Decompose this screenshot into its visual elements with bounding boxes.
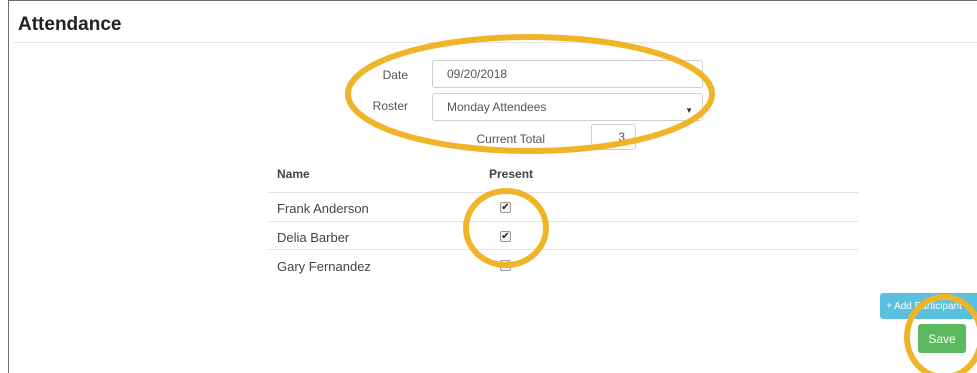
row-divider	[268, 221, 858, 222]
table-header-divider	[268, 192, 858, 193]
present-checkbox[interactable]: ✔	[500, 260, 511, 271]
row-divider	[268, 249, 858, 250]
roster-select[interactable]: Monday Attendees ▼	[432, 93, 703, 121]
current-total-label: Current Total	[476, 132, 545, 146]
add-participant-label: + Add Participant	[886, 300, 962, 312]
column-header-present: Present	[489, 167, 534, 181]
current-total-input[interactable]: 3	[591, 124, 636, 150]
title-divider	[14, 42, 977, 43]
present-checkbox[interactable]: ✔	[500, 202, 511, 213]
column-header-name: Name	[277, 167, 310, 181]
date-input[interactable]: 09/20/2018	[432, 60, 703, 88]
save-button[interactable]: Save	[918, 324, 966, 353]
page-title: Attendance	[18, 14, 122, 35]
date-input-value: 09/20/2018	[447, 67, 508, 81]
chevron-down-icon: ▼	[685, 106, 693, 115]
participant-name: Frank Anderson	[277, 201, 369, 216]
participant-name: Gary Fernandez	[277, 259, 371, 274]
roster-select-value: Monday Attendees	[447, 100, 547, 114]
roster-label: Roster	[372, 99, 408, 113]
save-label: Save	[928, 331, 956, 346]
participant-name: Delia Barber	[277, 230, 350, 245]
add-participant-button[interactable]: + Add Participant	[880, 293, 977, 319]
date-label: Date	[382, 68, 408, 82]
attendance-panel	[8, 0, 977, 373]
present-checkbox[interactable]: ✔	[500, 231, 511, 242]
current-total-value: 3	[618, 130, 625, 144]
